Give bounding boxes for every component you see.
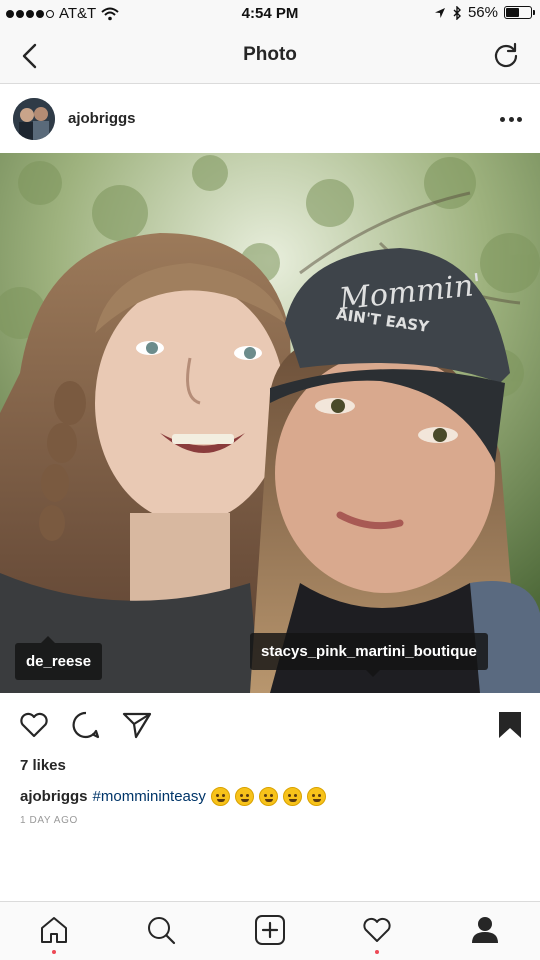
grinning-squint-emoji-icon — [210, 787, 230, 806]
comment-button[interactable] — [70, 709, 102, 741]
home-icon[interactable] — [38, 914, 70, 946]
user-tag-stacys-pink-martini-boutique[interactable]: stacys_pink_martini_boutique — [250, 633, 488, 677]
status-right: 56% — [434, 4, 535, 21]
battery-icon — [504, 6, 535, 19]
status-bar: AT&T 4:54 PM 56% — [0, 0, 540, 28]
share-button[interactable] — [121, 709, 153, 741]
avatar-image — [13, 98, 55, 140]
caption-hashtag[interactable]: #mommininteasy — [93, 788, 206, 805]
post-username[interactable]: ajobriggs — [68, 110, 136, 127]
grimacing-face-emoji-icon — [258, 787, 278, 806]
activity-notification-dot — [375, 950, 379, 954]
save-bookmark-button[interactable] — [494, 709, 526, 741]
like-button[interactable] — [18, 709, 50, 741]
add-post-icon[interactable] — [254, 914, 286, 946]
weary-face-emoji-icon — [282, 787, 302, 806]
caption-username[interactable]: ajobriggs — [20, 788, 88, 805]
photo-image: Mommin' AIN'T EASY — [0, 153, 540, 693]
caption: ajobriggs #mommininteasy — [20, 787, 326, 806]
home-notification-dot — [52, 950, 56, 954]
search-icon[interactable] — [145, 914, 177, 946]
heart-icon[interactable] — [361, 914, 393, 946]
page-title: Photo — [243, 44, 297, 65]
battery-percent: 56% — [467, 4, 498, 21]
profile-icon[interactable] — [469, 914, 501, 946]
location-arrow-icon — [434, 7, 445, 18]
post-header: ajobriggs — [0, 85, 540, 153]
avatar[interactable] — [13, 98, 55, 140]
post-timestamp: 1 DAY AGO — [20, 815, 78, 826]
more-options-button[interactable] — [500, 109, 522, 129]
post-actions — [0, 693, 540, 755]
rofl-emoji-icon — [306, 787, 326, 806]
upside-down-face-emoji-icon — [234, 787, 254, 806]
refresh-button[interactable] — [492, 41, 520, 69]
battery-fill — [506, 8, 520, 17]
post-photo[interactable]: Mommin' AIN'T EASY de_reese stacys_pink_… — [0, 153, 540, 693]
tab-bar — [0, 901, 540, 960]
likes-count[interactable]: 7 likes — [20, 757, 66, 774]
navigation-bar: Photo — [0, 28, 540, 84]
user-tag-de-reese[interactable]: de_reese — [15, 636, 103, 680]
bluetooth-icon — [453, 5, 461, 20]
